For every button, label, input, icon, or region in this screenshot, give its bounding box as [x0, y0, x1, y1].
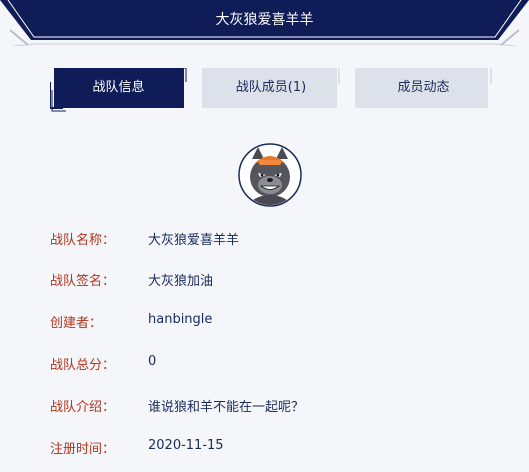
tab-member-activity[interactable]: 成员动态 [355, 68, 492, 108]
team-intro-row: 战队介绍： 谁说狼和羊不能在一起呢？ [0, 396, 529, 416]
tab-member-activity-label: 成员动态 [397, 80, 450, 95]
team-signature-label: 战队签名： [50, 274, 116, 289]
team-signature-value: 大灰狼加油 [148, 274, 214, 289]
tab-team-members-label: 战队成员(1) [235, 80, 307, 95]
page-title: 大灰狼爱喜羊羊 [215, 12, 314, 28]
team-score-row: 战队总分： 0 [0, 354, 529, 374]
team-score-value: 0 [148, 354, 157, 369]
team-intro-value: 谁说狼和羊不能在一起呢？ [148, 400, 305, 415]
team-name-row: 战队名称： 大灰狼爱喜羊羊 [0, 229, 529, 249]
creator-label: 创建者： [50, 316, 103, 331]
register-date-label: 注册时间： [50, 442, 116, 457]
team-name-value: 大灰狼爱喜羊羊 [148, 233, 240, 248]
header-banner: 大灰狼爱喜羊羊 [0, 0, 529, 46]
tab-team-members[interactable]: 战队成员(1) [202, 68, 340, 108]
tab-team-info-label: 战队信息 [92, 80, 145, 95]
team-name-label: 战队名称： [50, 233, 116, 248]
register-date-row: 注册时间： 2020-11-15 [0, 438, 529, 458]
team-signature-row: 战队签名： 大灰狼加油 [0, 270, 529, 290]
creator-row: 创建者： hanbingle [0, 312, 529, 332]
team-intro-label: 战队介绍： [50, 400, 116, 415]
wolf-avatar-icon [238, 143, 302, 207]
tab-team-info[interactable]: 战队信息 [50, 68, 187, 112]
avatar [238, 143, 302, 207]
creator-value: hanbingle [148, 312, 213, 327]
register-date-value: 2020-11-15 [148, 438, 224, 453]
team-score-label: 战队总分： [50, 358, 116, 373]
